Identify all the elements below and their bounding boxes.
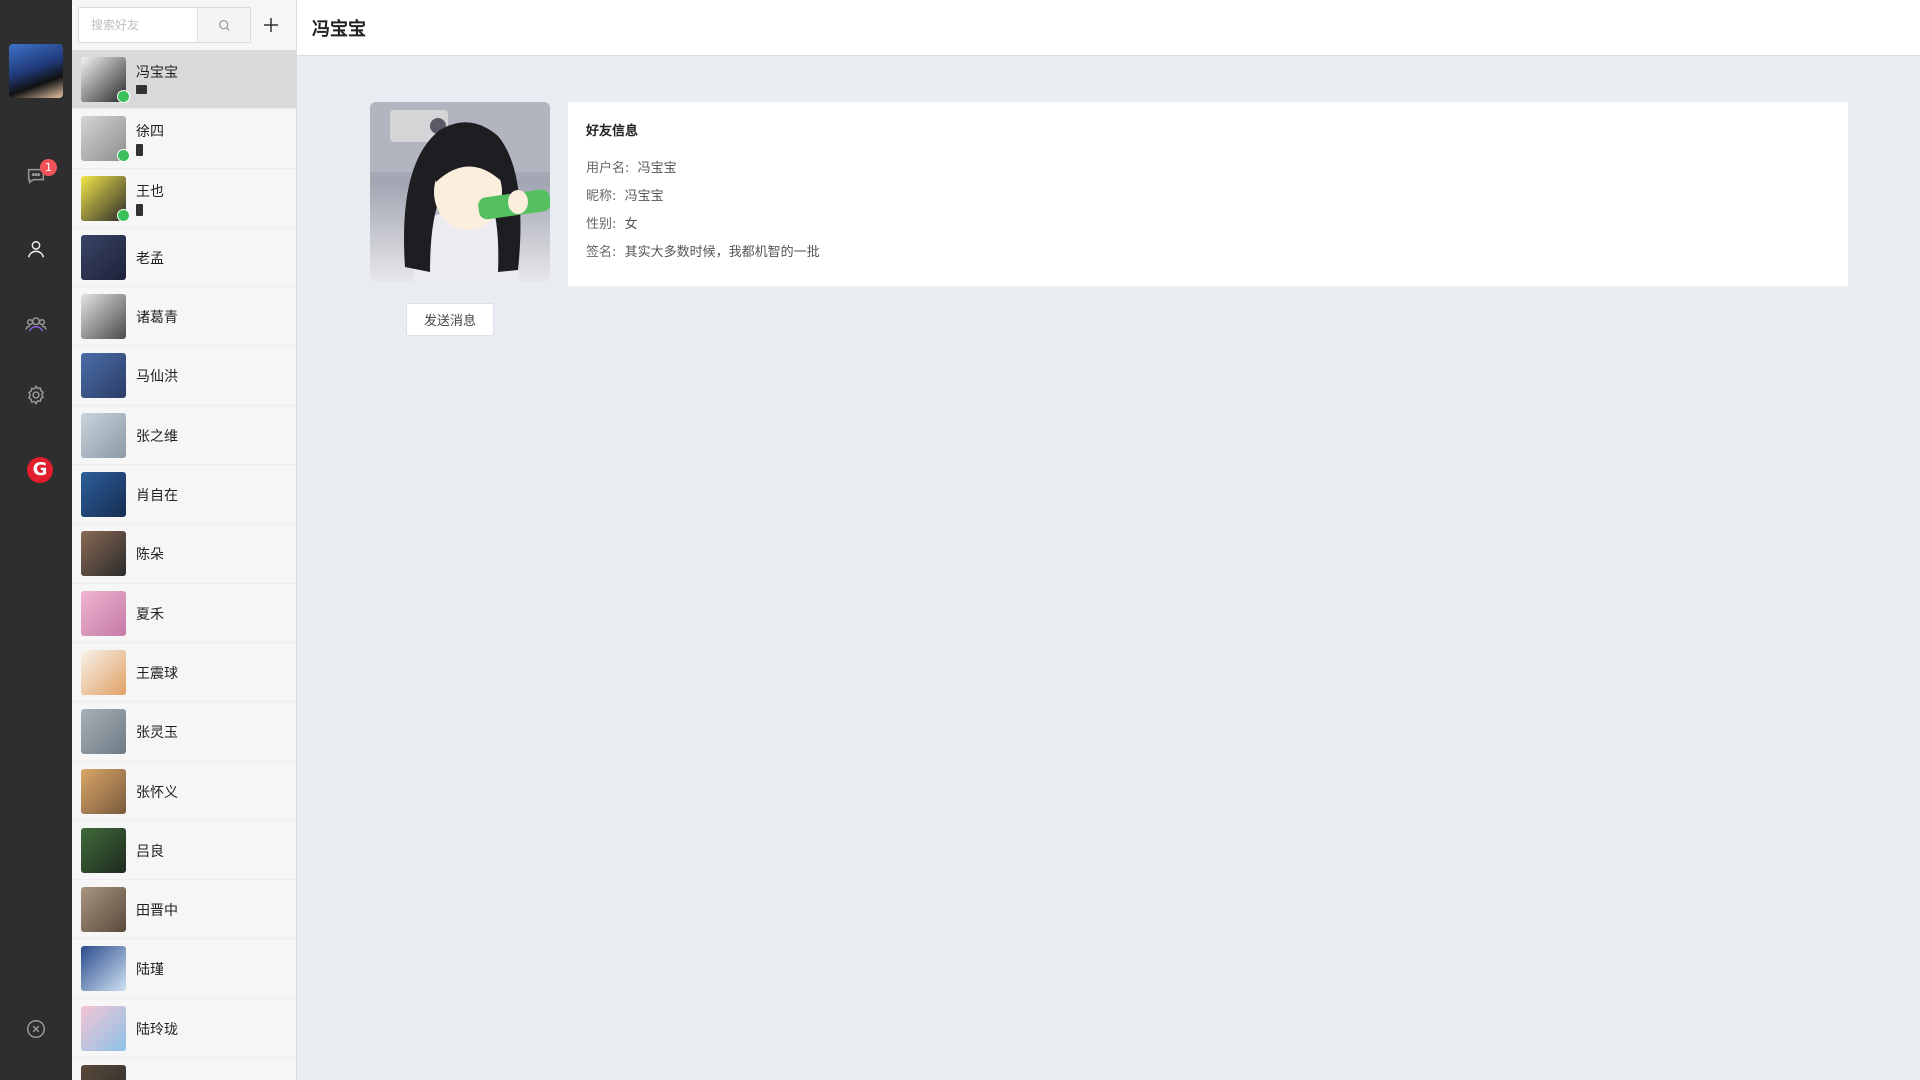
friend-avatar [81, 649, 126, 695]
friend-name: 张之维 [136, 428, 178, 445]
friend-name: 老孟 [136, 250, 164, 267]
nickname-label: 昵称: [586, 189, 617, 204]
friend-avatar [81, 1005, 126, 1051]
signature-label: 签名: [586, 245, 617, 260]
friend-list-item[interactable]: 诸葛青 [72, 287, 296, 347]
g-app-icon[interactable]: G [27, 457, 53, 483]
friend-list-item[interactable]: 陆玲珑 [72, 999, 296, 1059]
friend-info-title: 好友信息 [586, 124, 639, 139]
page-title: 冯宝宝 [312, 19, 366, 40]
friend-list-item[interactable] [72, 1058, 296, 1080]
friend-name: 夏禾 [136, 606, 164, 623]
friend-name: 肖自在 [136, 488, 178, 505]
my-avatar[interactable] [9, 44, 63, 98]
friend-list-item[interactable]: 老孟 [72, 228, 296, 288]
friend-list-item[interactable]: 冯宝宝 [72, 50, 296, 110]
friend-name: 王震球 [136, 665, 178, 682]
gender-value: 女 [624, 217, 638, 232]
friend-name: 冯宝宝 [136, 65, 178, 81]
friend-name: 马仙洪 [136, 369, 178, 386]
phone-device-icon [136, 144, 143, 157]
friend-list-item[interactable]: 陆瑾 [72, 939, 296, 999]
nav-rail: 1 G [0, 0, 72, 1080]
desktop-device-icon [136, 85, 147, 94]
friend-list-item[interactable]: 夏禾 [72, 584, 296, 643]
friend-list-item[interactable]: 田晋中 [72, 880, 296, 940]
online-status-dot [117, 149, 130, 163]
username-value: 冯宝宝 [637, 161, 677, 176]
friend-avatar [81, 234, 126, 280]
friend-list-item[interactable]: 张灵玉 [72, 702, 296, 762]
friend-avatar-large [370, 102, 550, 282]
nickname-row: 昵称: 冯宝宝 [586, 185, 664, 204]
nav-groups-button[interactable] [22, 310, 50, 338]
send-message-button[interactable]: 发送消息 [406, 303, 494, 336]
nav-settings-button[interactable] [22, 381, 50, 409]
friend-list-item[interactable]: 王震球 [72, 643, 296, 703]
friend-list-item[interactable]: 徐四 [72, 109, 296, 169]
search-input[interactable] [79, 8, 197, 42]
friend-list: 冯宝宝徐四王也老孟诸葛青马仙洪张之维肖自在陈朵夏禾王震球张灵玉张怀义吕良田晋中陆… [72, 50, 296, 1080]
friend-info-card: 好友信息 用户名: 冯宝宝 昵称: 冯宝宝 性别: 女 签名: 其实大多数时候，… [568, 102, 1848, 286]
friend-avatar [81, 887, 126, 933]
group-icon [25, 317, 47, 332]
gender-row: 性别: 女 [586, 213, 638, 232]
phone-device-icon [136, 203, 143, 216]
search-button[interactable] [197, 8, 250, 42]
friend-name: 诸葛青 [136, 310, 178, 327]
friend-list-item[interactable]: 肖自在 [72, 465, 296, 525]
friend-name: 王也 [136, 183, 164, 200]
unread-badge: 1 [40, 159, 57, 176]
friend-name: 徐四 [136, 124, 164, 141]
friend-avatar [81, 827, 126, 873]
username-row: 用户名: 冯宝宝 [586, 157, 677, 176]
friend-list-item[interactable]: 王也 [72, 169, 296, 228]
friend-list-item[interactable]: 张之维 [72, 406, 296, 466]
online-status-dot [117, 90, 130, 103]
username-label: 用户名: [586, 161, 630, 176]
friend-name: 陈朵 [136, 547, 164, 564]
friend-name: 田晋中 [136, 903, 178, 920]
friend-avatar [81, 531, 126, 577]
friend-avatar [81, 709, 126, 755]
friend-avatar [81, 1065, 126, 1080]
user-icon [27, 240, 45, 258]
close-circle-icon [27, 1020, 45, 1038]
friend-list-item[interactable]: 吕良 [72, 821, 296, 881]
friend-name: 张灵玉 [136, 725, 178, 742]
logout-button[interactable] [22, 1015, 50, 1043]
friend-avatar [81, 294, 126, 340]
friend-avatar [81, 768, 126, 814]
signature-row: 签名: 其实大多数时候，我都机智的一批 [586, 241, 820, 260]
friend-avatar [81, 472, 126, 518]
gear-icon [27, 385, 45, 406]
friend-list-item[interactable]: 张怀义 [72, 762, 296, 821]
friend-name: 张怀义 [136, 784, 178, 801]
add-friend-button[interactable] [258, 12, 284, 38]
friend-list-item[interactable]: 马仙洪 [72, 346, 296, 406]
friend-list-panel: 冯宝宝徐四王也老孟诸葛青马仙洪张之维肖自在陈朵夏禾王震球张灵玉张怀义吕良田晋中陆… [72, 0, 297, 1080]
plus-icon [264, 18, 278, 32]
signature-value: 其实大多数时候，我都机智的一批 [624, 245, 820, 260]
avatar-illustration [370, 102, 550, 282]
friend-avatar [81, 590, 126, 636]
friend-avatar [81, 353, 126, 399]
chat-header: 冯宝宝 [297, 0, 1920, 56]
friend-avatar [81, 412, 126, 458]
nav-contacts-button[interactable] [22, 235, 50, 263]
friend-name: 吕良 [136, 843, 164, 860]
search-icon [218, 19, 230, 31]
friend-avatar [81, 946, 126, 992]
nickname-value: 冯宝宝 [624, 189, 664, 204]
gender-label: 性别: [586, 217, 617, 232]
online-status-dot [117, 208, 130, 222]
friend-list-item[interactable]: 陈朵 [72, 524, 296, 584]
friend-name: 陆玲珑 [136, 1021, 178, 1038]
friend-name: 陆瑾 [136, 962, 164, 979]
search-box [78, 7, 251, 43]
